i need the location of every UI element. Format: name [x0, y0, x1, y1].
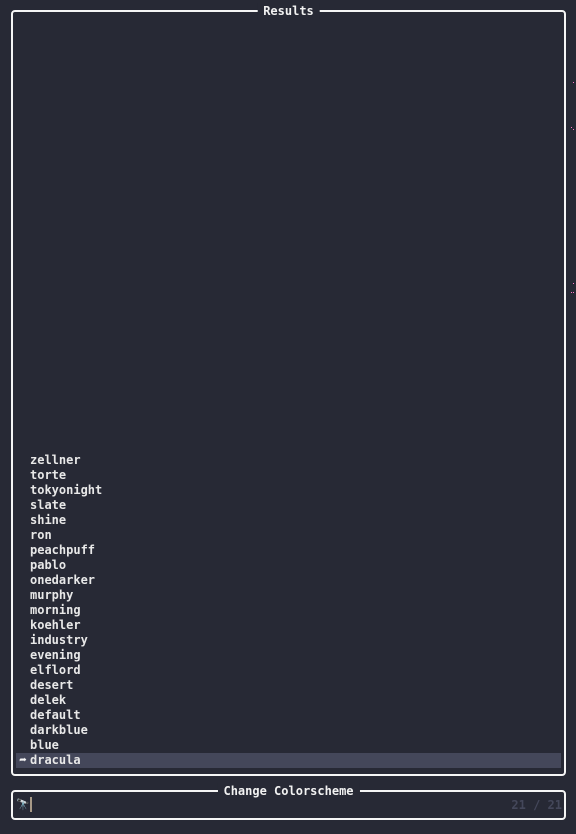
result-item[interactable]: ➦ dracula	[16, 753, 561, 768]
result-item-label: koehler	[30, 618, 81, 632]
result-item[interactable]: morning	[16, 603, 561, 618]
result-item-label: tokyonight	[30, 483, 103, 497]
result-item-label: pablo	[30, 558, 67, 572]
search-input[interactable]	[30, 797, 32, 812]
result-item-label: blue	[30, 738, 59, 752]
prompt-panel[interactable]: Change Colorscheme 🔭 21 / 21	[11, 783, 566, 820]
result-item[interactable]: darkblue	[16, 723, 561, 738]
result-item-label: peachpuff	[30, 543, 96, 557]
result-item-label: onedarker	[30, 573, 96, 587]
result-item[interactable]: peachpuff	[16, 543, 561, 558]
result-item[interactable]: zellner	[16, 453, 561, 468]
edge-artifact	[573, 292, 574, 293]
result-item-label: delek	[30, 693, 67, 707]
telescope-icon: 🔭	[16, 798, 30, 811]
edge-artifact	[573, 82, 574, 83]
result-item[interactable]: industry	[16, 633, 561, 648]
prompt-title: Change Colorscheme	[217, 783, 360, 799]
results-panel: Results zellner torte tokyonight slate shine…	[11, 3, 566, 776]
result-item[interactable]: delek	[16, 693, 561, 708]
result-item[interactable]: tokyonight	[16, 483, 561, 498]
result-item-label: slate	[30, 498, 67, 512]
share-arrow-icon: ➦	[19, 753, 27, 767]
edge-artifact	[571, 127, 572, 128]
result-item-label: morning	[30, 603, 81, 617]
result-item-label: dracula	[30, 753, 81, 767]
results-title: Results	[257, 3, 320, 19]
result-item-label: elflord	[30, 663, 81, 677]
result-item-label: evening	[30, 648, 81, 662]
result-item-label: darkblue	[30, 723, 88, 737]
result-item[interactable]: blue	[16, 738, 561, 753]
edge-artifact	[571, 292, 572, 293]
result-item-label: industry	[30, 633, 88, 647]
result-counter: 21 / 21	[511, 798, 562, 812]
result-item[interactable]: ron	[16, 528, 561, 543]
result-item-label: zellner	[30, 453, 81, 467]
result-item[interactable]: pablo	[16, 558, 561, 573]
result-item[interactable]: torte	[16, 468, 561, 483]
result-item-label: murphy	[30, 588, 74, 602]
result-item[interactable]: onedarker	[16, 573, 561, 588]
result-item-label: ron	[30, 528, 52, 542]
result-item-label: torte	[30, 468, 67, 482]
edge-artifact	[573, 129, 574, 130]
result-item-label: shine	[30, 513, 67, 527]
result-item[interactable]: evening	[16, 648, 561, 663]
result-item[interactable]: default	[16, 708, 561, 723]
result-item[interactable]: murphy	[16, 588, 561, 603]
edge-artifact	[573, 283, 574, 284]
result-item[interactable]: shine	[16, 513, 561, 528]
result-item[interactable]: elflord	[16, 663, 561, 678]
result-item[interactable]: slate	[16, 498, 561, 513]
results-list: zellner torte tokyonight slate shine ron peach…	[16, 453, 561, 768]
result-item-label: desert	[30, 678, 74, 692]
result-item[interactable]: koehler	[16, 618, 561, 633]
result-item[interactable]: desert	[16, 678, 561, 693]
result-item-label: default	[30, 708, 81, 722]
